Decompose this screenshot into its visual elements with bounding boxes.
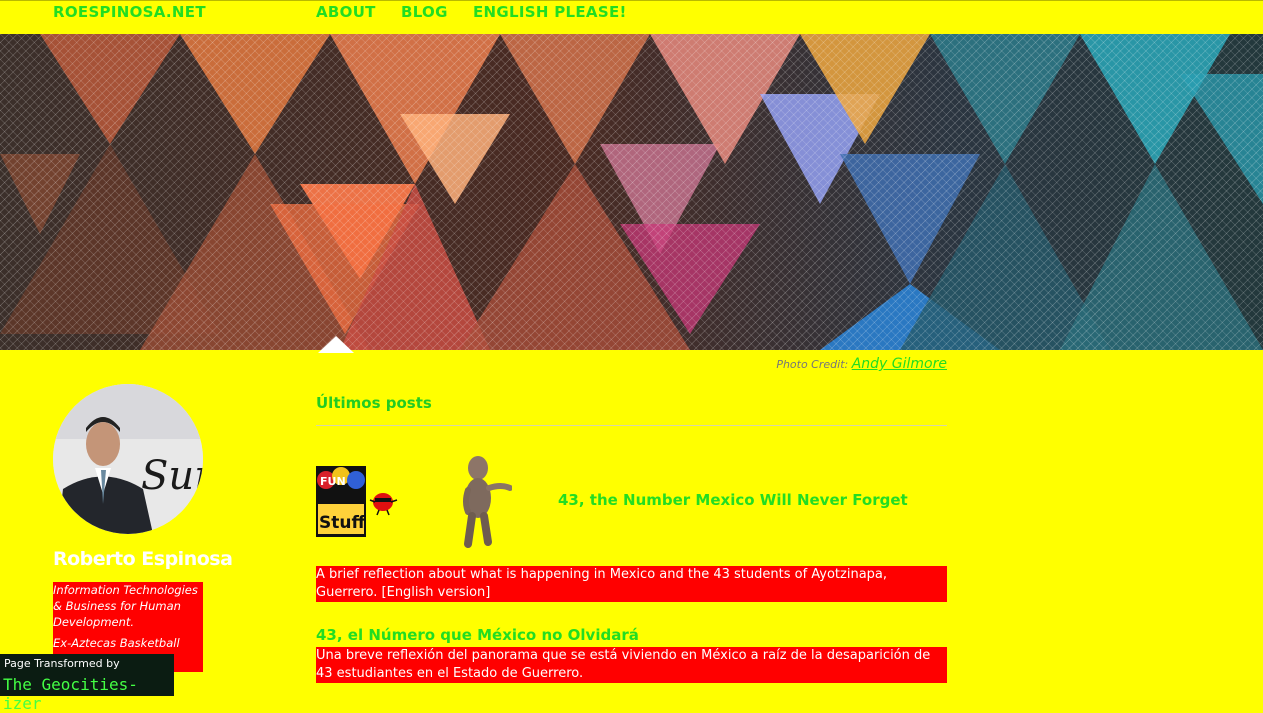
- post-excerpt: Una breve reflexión del panorama que se …: [316, 647, 947, 683]
- author-bio-line: Ex-Aztecas Basketball: [53, 636, 180, 650]
- stuff-text: Stuff: [319, 513, 365, 533]
- section-divider: [316, 425, 947, 426]
- photo-credit: Photo Credit: Andy Gilmore: [776, 356, 947, 372]
- geocities-izer-badge[interactable]: Page Transformed by The Geocities-izer: [0, 654, 174, 713]
- hero-geometric-art: [0, 34, 1263, 350]
- hero-pointer-notch: [318, 336, 354, 353]
- post-excerpt: A brief reflection about what is happeni…: [316, 566, 947, 602]
- post-title-link[interactable]: 43, the Number Mexico Will Never Forget: [558, 491, 908, 509]
- author-avatar: Sun: [53, 384, 203, 534]
- nav-blog-link[interactable]: BLOG: [401, 3, 448, 21]
- section-title: Últimos posts: [316, 394, 432, 412]
- author-bio-line: Information Technologies & Business for …: [53, 583, 198, 629]
- top-navigation: ROESPINOSA.NET ABOUT BLOG ENGLISH PLEASE…: [0, 0, 1263, 35]
- badge-title: The Geocities-izer: [3, 675, 138, 713]
- author-name: Roberto Espinosa: [53, 548, 233, 570]
- dancing-heart-gif: [368, 490, 398, 516]
- nav-english-link[interactable]: ENGLISH PLEASE!: [473, 3, 627, 21]
- post-title-link[interactable]: 43, el Número que México no Olvidará: [316, 626, 639, 644]
- nav-about-link[interactable]: ABOUT: [316, 3, 376, 21]
- author-photo: Sun: [53, 384, 203, 534]
- photo-credit-label: Photo Credit:: [776, 358, 849, 371]
- svg-text:Sun: Sun: [141, 453, 203, 499]
- fun-stuff-gif: FUN Stuff: [316, 466, 366, 537]
- hero-banner: [0, 34, 1263, 350]
- dancing-baby-gif: [456, 454, 513, 550]
- badge-caption: Page Transformed by: [4, 657, 120, 670]
- fun-letters: FUN: [320, 475, 346, 488]
- site-logo-link[interactable]: ROESPINOSA.NET: [53, 3, 206, 21]
- photo-credit-link[interactable]: Andy Gilmore: [852, 356, 947, 372]
